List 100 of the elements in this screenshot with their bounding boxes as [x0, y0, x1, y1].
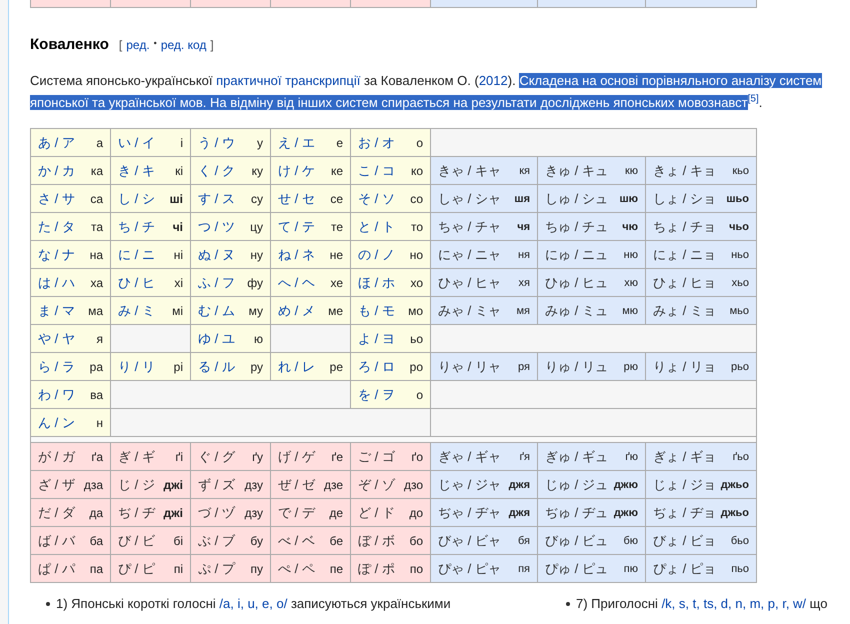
transliteration: чьо	[729, 220, 749, 232]
transliteration: ро	[410, 360, 423, 374]
transliteration: не	[330, 248, 343, 262]
inline-link[interactable]: 2012	[478, 73, 508, 88]
kana-link[interactable]: ゆ / ユ	[198, 330, 235, 348]
transliteration: джьо	[720, 478, 749, 490]
kana-link[interactable]: に / ニ	[118, 246, 155, 264]
transliteration: бю	[623, 534, 638, 546]
kana-link[interactable]: へ / ヘ	[278, 274, 315, 292]
edit-link[interactable]: ред.	[126, 38, 150, 52]
inline-link[interactable]: /a, i, u, e, o/	[219, 596, 288, 611]
transliteration: хо	[410, 276, 423, 290]
kana-link[interactable]: か / カ	[38, 162, 75, 180]
transliteration: ка	[90, 164, 103, 178]
transliteration: джя	[508, 506, 530, 518]
kana-link[interactable]: や / ヤ	[38, 330, 75, 348]
kana-link[interactable]: え / エ	[278, 134, 315, 152]
transliteration: пі	[174, 562, 183, 576]
transliteration: джі	[164, 478, 183, 492]
kana-link[interactable]: お / オ	[358, 134, 395, 152]
kana-link[interactable]: よ / ヨ	[358, 330, 395, 348]
kana-link[interactable]: さ / サ	[38, 190, 75, 208]
transliteration: джю	[614, 478, 638, 490]
kana-link[interactable]: ひ / ヒ	[118, 274, 155, 292]
kana-link[interactable]: た / タ	[38, 218, 75, 236]
transliteration: ря	[518, 360, 530, 372]
kana-link[interactable]: な / ナ	[38, 246, 75, 264]
transliteration: ра	[90, 360, 103, 374]
kana-link[interactable]: ね / ネ	[278, 246, 315, 264]
transliteration: ґьо	[732, 450, 749, 462]
kana-link[interactable]: ま / マ	[38, 302, 75, 320]
kana-link[interactable]: せ / セ	[278, 190, 315, 208]
transliteration: у	[257, 136, 263, 150]
kana-link[interactable]: ふ / フ	[198, 274, 235, 292]
kana-text: びょ / ビョ	[653, 532, 716, 550]
transliteration: дзу	[244, 506, 263, 520]
kana-link[interactable]: み / ミ	[118, 302, 155, 320]
kana-link[interactable]: ぬ / ヌ	[198, 246, 235, 264]
kana-link[interactable]: あ / ア	[38, 134, 75, 152]
transliteration: пьо	[731, 562, 749, 574]
kana-text: みゃ / ミャ	[438, 302, 501, 320]
transliteration: дзу	[244, 478, 263, 492]
transliteration: рі	[174, 360, 183, 374]
kana-link[interactable]: ろ / ロ	[358, 358, 395, 376]
kana-link[interactable]: ら / ラ	[38, 358, 75, 376]
kana-link[interactable]: と / ト	[358, 218, 395, 236]
kana-text: ぼ / ボ	[358, 532, 395, 550]
kana-link[interactable]: け / ケ	[278, 162, 315, 180]
transliteration: і	[180, 136, 183, 150]
kana-text: ぎゃ / ギャ	[438, 448, 501, 466]
kana-link[interactable]: れ / レ	[278, 358, 315, 376]
kana-link[interactable]: は / ハ	[38, 274, 75, 292]
kana-text: びゅ / ビュ	[545, 532, 608, 550]
kana-text: にゅ / ニュ	[545, 246, 608, 264]
kana-text: きゃ / キャ	[438, 162, 501, 180]
kana-text: ぶ / ブ	[198, 532, 235, 550]
kana-link[interactable]: わ / ワ	[38, 386, 75, 404]
kana-link[interactable]: む / ム	[198, 302, 235, 320]
transliteration: ґу	[252, 450, 263, 464]
reference-link[interactable]: [5]	[748, 94, 759, 105]
edit-link[interactable]: ред. код	[160, 38, 206, 52]
kana-text: ぢ / ヂ	[118, 504, 155, 522]
transliteration: кьо	[732, 164, 749, 176]
kana-link[interactable]: ん / ン	[38, 414, 75, 432]
kana-link[interactable]: る / ル	[198, 358, 235, 376]
transliteration: хе	[330, 276, 343, 290]
kana-text: ぐ / グ	[198, 448, 235, 466]
transliteration: ґе	[331, 450, 343, 464]
transliteration: на	[90, 248, 103, 262]
kana-link[interactable]: ほ / ホ	[358, 274, 395, 292]
kana-link[interactable]: を / ヲ	[358, 386, 395, 404]
kana-link[interactable]: き / キ	[118, 162, 155, 180]
inline-link[interactable]: практичної транскрипції	[216, 73, 360, 88]
kana-text: じゅ / ジュ	[545, 476, 608, 494]
kana-link[interactable]: も / モ	[358, 302, 395, 320]
transliteration: ґя	[520, 450, 530, 462]
kana-link[interactable]: こ / コ	[358, 162, 395, 180]
kana-link[interactable]: す / ス	[198, 190, 235, 208]
kana-link[interactable]: ち / チ	[118, 218, 155, 236]
kana-link[interactable]: て / テ	[278, 218, 315, 236]
kana-link[interactable]: り / リ	[118, 358, 155, 376]
kana-link[interactable]: く / ク	[198, 162, 235, 180]
inline-link[interactable]: /k, s, t, ts, d, n, m, p, r, w/	[662, 596, 806, 611]
kana-text: しゅ / シュ	[545, 190, 608, 208]
kana-text: ぷ / プ	[198, 560, 235, 578]
transliteration: ма	[88, 304, 103, 318]
kana-text: りゃ / リャ	[438, 358, 501, 376]
kana-link[interactable]: つ / ツ	[198, 218, 235, 236]
kana-link[interactable]: そ / ソ	[358, 190, 395, 208]
kana-link[interactable]: め / メ	[278, 302, 315, 320]
transliteration: о	[416, 136, 423, 150]
kana-text: ひゅ / ヒュ	[545, 274, 608, 292]
transliteration: ре	[330, 360, 343, 374]
transliteration: кі	[175, 164, 183, 178]
transliteration: а	[96, 136, 103, 150]
kana-link[interactable]: の / ノ	[358, 246, 395, 264]
kana-link[interactable]: し / シ	[118, 190, 155, 208]
kana-link[interactable]: う / ウ	[198, 134, 235, 152]
paragraph: Система японсько-української практичної транскрипції за Коваленком О. (2012). Складена на основі порівняльного аналізу систем японської та української мов. На відміну від інших систем спирається на результати досліджень японських мовознавст$^{[5]}$.	[30, 72, 823, 112]
kana-link[interactable]: い / イ	[118, 134, 155, 152]
